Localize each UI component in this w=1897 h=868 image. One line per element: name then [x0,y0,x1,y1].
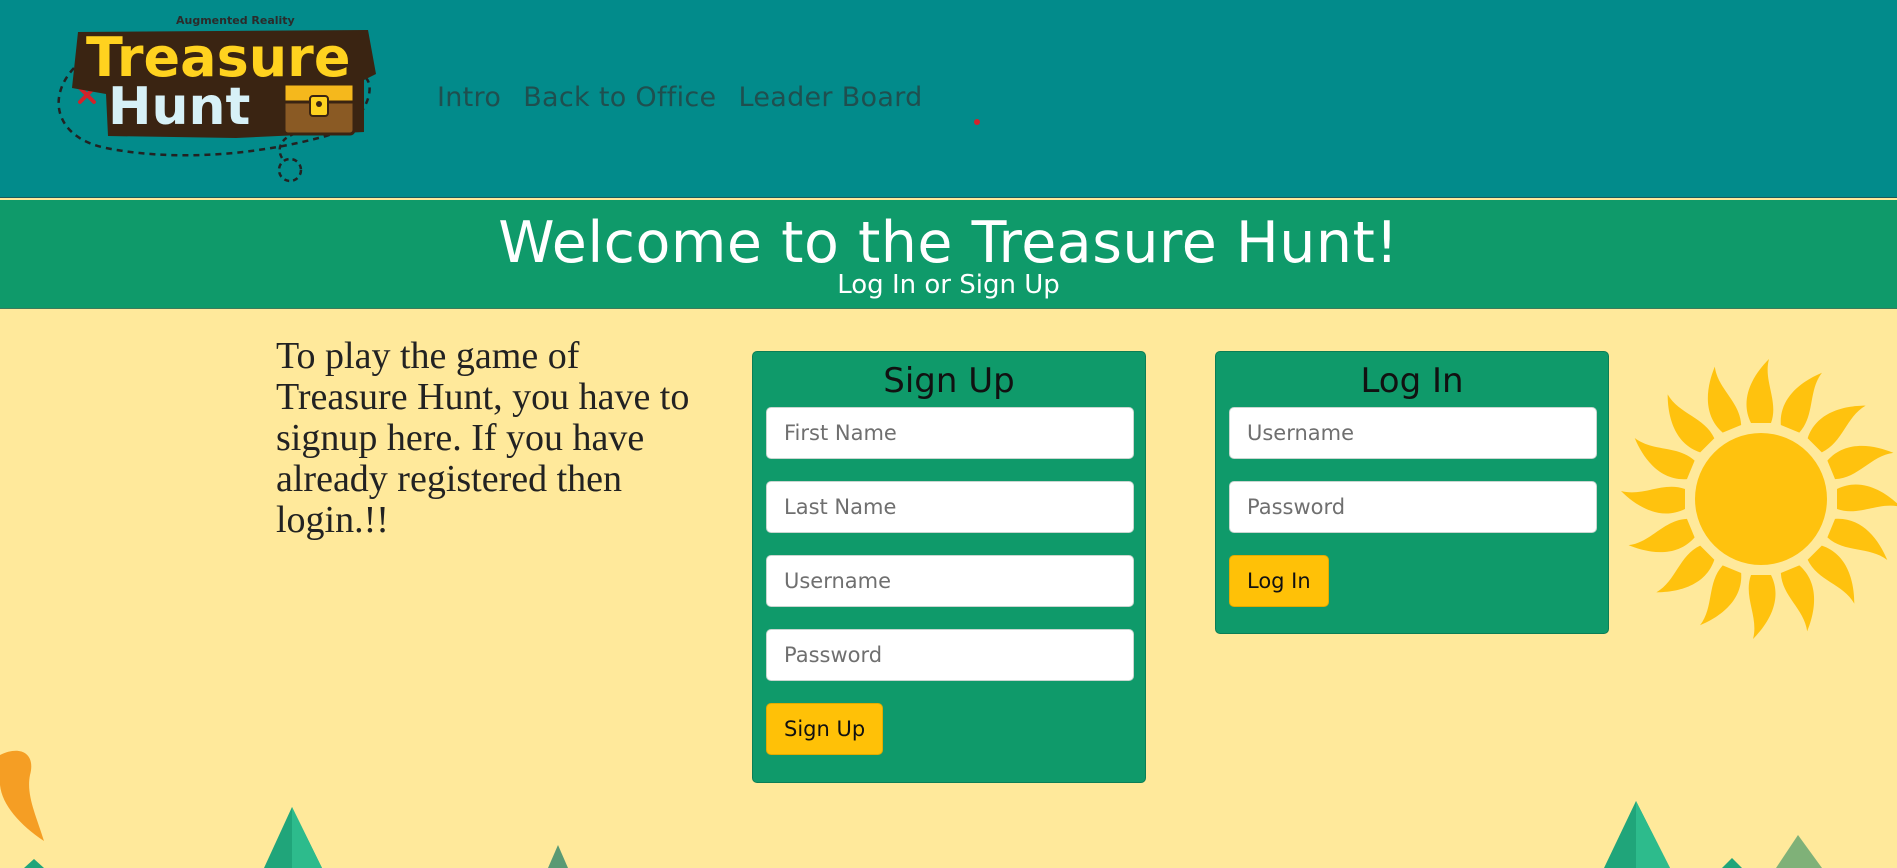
site-header: Augmented Reality Treasure Hunt Intro Ba… [0,0,1897,198]
nav-back-to-office[interactable]: Back to Office [523,82,716,113]
nav-leader-board[interactable]: Leader Board [738,82,922,113]
sun-ray [1667,394,1715,453]
signup-title: Sign Up [883,361,1015,401]
red-dot-marker [974,119,980,125]
treasure-chest-icon [282,82,356,136]
login-title: Log In [1360,361,1464,401]
signup-password-field[interactable] [766,629,1134,681]
login-form: Log In Log In [1215,351,1609,634]
sun-ray [1746,359,1774,423]
signup-form: Sign Up Sign Up [752,351,1146,783]
sun-ray [1837,484,1897,512]
sun-ray [1621,486,1685,514]
login-button[interactable]: Log In [1229,555,1329,607]
sun-icon [1621,359,1897,639]
signup-username-field[interactable] [766,555,1134,607]
sun-ray [1807,405,1866,453]
intro-text: To play the game of Treasure Hunt, you h… [276,335,690,541]
first-name-field[interactable] [766,407,1134,459]
login-username-field[interactable] [1229,407,1597,459]
welcome-banner: Welcome to the Treasure Hunt! Log In or … [0,200,1897,309]
logo-word-hunt: Hunt [108,77,250,137]
main-nav: Intro Back to Office Leader Board [437,82,923,113]
sun-ray [1656,545,1715,593]
sun-ray [1807,545,1855,604]
last-name-field[interactable] [766,481,1134,533]
signup-button[interactable]: Sign Up [766,703,884,755]
page-subtitle: Log In or Sign Up [837,270,1060,300]
login-password-field[interactable] [1229,481,1597,533]
trees-decoration [24,801,1822,868]
treasure-hunt-logo[interactable]: Augmented Reality Treasure Hunt [46,8,384,188]
sun-ray [1748,575,1776,639]
nav-intro[interactable]: Intro [437,82,501,113]
page-title: Welcome to the Treasure Hunt! [498,210,1399,276]
